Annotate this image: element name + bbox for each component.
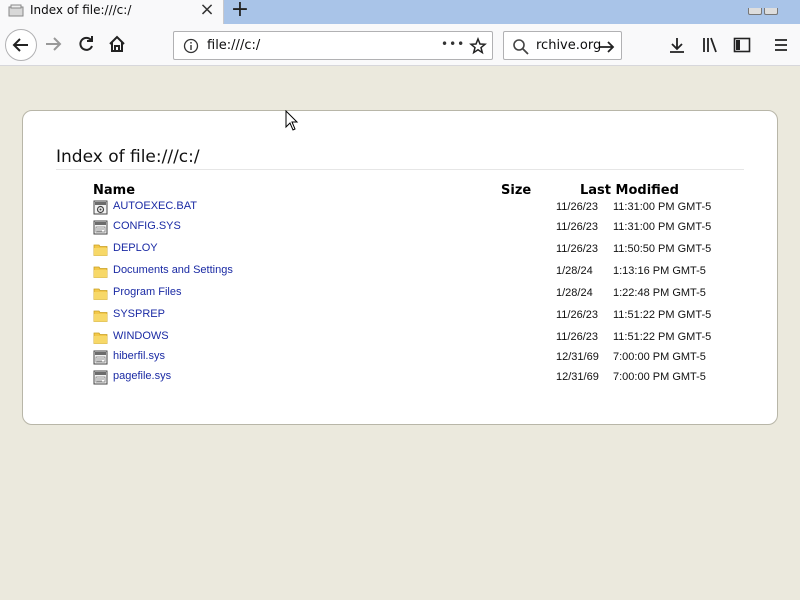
- system-file-icon: [93, 370, 108, 385]
- modified-date: 1/28/24: [556, 287, 593, 299]
- system-file-icon: [93, 220, 108, 235]
- modified-time: 7:00:00 PM GMT-5: [613, 351, 706, 363]
- list-item: SYSPREP 11/26/23 11:51:22 PM GMT-5: [93, 307, 733, 325]
- modified-date: 11/26/23: [556, 201, 599, 213]
- column-header-size[interactable]: Size: [501, 183, 531, 198]
- file-link[interactable]: pagefile.sys: [113, 370, 171, 382]
- tab-active[interactable]: Index of file:///c:/ ×: [0, 0, 224, 24]
- info-icon[interactable]: [183, 38, 199, 54]
- download-icon[interactable]: [668, 36, 686, 54]
- forward-button[interactable]: [38, 29, 68, 59]
- modified-date: 11/26/23: [556, 221, 599, 233]
- close-icon[interactable]: ×: [198, 1, 216, 19]
- new-tab-button[interactable]: +: [228, 0, 252, 22]
- file-link[interactable]: hiberfil.sys: [113, 350, 165, 362]
- list-item: CONFIG.SYS 11/26/23 11:31:00 PM GMT-5: [93, 219, 733, 237]
- file-link[interactable]: AUTOEXEC.BAT: [113, 200, 197, 212]
- system-file-icon: [93, 350, 108, 365]
- modified-date: 1/28/24: [556, 265, 593, 277]
- search-input[interactable]: rchive.org: [536, 38, 601, 53]
- page-icon: [8, 4, 24, 17]
- folder-icon: [93, 288, 108, 300]
- bookmark-star-icon[interactable]: [469, 37, 487, 55]
- file-link[interactable]: WINDOWS: [113, 330, 169, 342]
- folder-icon: [93, 310, 108, 322]
- reload-button[interactable]: [71, 29, 101, 59]
- tab-strip: Index of file:///c:/ × +: [0, 0, 800, 24]
- back-arrow-icon: [12, 38, 28, 52]
- url-text[interactable]: file:///c:/: [207, 38, 260, 53]
- file-link[interactable]: SYSPREP: [113, 308, 165, 320]
- column-header-name[interactable]: Name: [93, 183, 135, 198]
- folder-icon: [93, 266, 108, 278]
- url-bar[interactable]: file:///c:/ •••: [173, 31, 493, 60]
- hamburger-menu-icon[interactable]: [772, 36, 790, 54]
- page-actions-icon[interactable]: •••: [441, 37, 465, 51]
- tab-title: Index of file:///c:/: [30, 3, 132, 17]
- modified-date: 12/31/69: [556, 371, 599, 383]
- minimize-icon[interactable]: [748, 8, 762, 15]
- list-item: AUTOEXEC.BAT 11/26/23 11:31:00 PM GMT-5: [93, 199, 733, 217]
- modified-time: 11:51:22 PM GMT-5: [613, 309, 712, 321]
- list-item: DEPLOY 11/26/23 11:50:50 PM GMT-5: [93, 241, 733, 259]
- modified-time: 1:22:48 PM GMT-5: [613, 287, 706, 299]
- file-link[interactable]: Program Files: [113, 286, 181, 298]
- list-item: Documents and Settings 1/28/24 1:13:16 PM …: [93, 263, 733, 281]
- list-item: WINDOWS 11/26/23 11:51:22 PM GMT-5: [93, 329, 733, 347]
- modified-time: 7:00:00 PM GMT-5: [613, 371, 706, 383]
- forward-arrow-icon: [46, 37, 62, 51]
- modified-time: 11:51:22 PM GMT-5: [613, 331, 712, 343]
- mouse-cursor-icon: [285, 110, 299, 131]
- file-link[interactable]: Documents and Settings: [113, 264, 233, 276]
- page-title: Index of file:///c:/: [56, 147, 744, 170]
- modified-time: 11:50:50 PM GMT-5: [613, 243, 712, 255]
- modified-date: 11/26/23: [556, 243, 599, 255]
- nav-toolbar: file:///c:/ ••• rchive.org: [0, 24, 800, 66]
- sidebar-icon[interactable]: [733, 36, 751, 54]
- reload-icon: [79, 36, 93, 51]
- maximize-icon[interactable]: [764, 8, 778, 15]
- go-arrow-icon[interactable]: [598, 38, 616, 56]
- window-controls[interactable]: [748, 0, 800, 15]
- column-header-modified[interactable]: Last Modified: [580, 183, 679, 198]
- folder-icon: [93, 244, 108, 256]
- file-link[interactable]: CONFIG.SYS: [113, 220, 181, 232]
- back-button[interactable]: [5, 29, 37, 61]
- search-icon: [513, 39, 529, 55]
- home-button[interactable]: [102, 29, 132, 59]
- modified-time: 1:13:16 PM GMT-5: [613, 265, 706, 277]
- list-item: pagefile.sys 12/31/69 7:00:00 PM GMT-5: [93, 369, 733, 387]
- directory-listing: Index of file:///c:/ Name Size Last Modi…: [22, 110, 778, 425]
- folder-icon: [93, 332, 108, 344]
- batch-file-icon: [93, 200, 108, 215]
- modified-date: 12/31/69: [556, 351, 599, 363]
- list-item: Program Files 1/28/24 1:22:48 PM GMT-5: [93, 285, 733, 303]
- list-item: hiberfil.sys 12/31/69 7:00:00 PM GMT-5: [93, 349, 733, 367]
- search-bar[interactable]: rchive.org: [503, 31, 622, 60]
- modified-date: 11/26/23: [556, 331, 599, 343]
- modified-time: 11:31:00 PM GMT-5: [613, 221, 712, 233]
- home-icon: [109, 35, 125, 52]
- library-icon[interactable]: [701, 36, 719, 54]
- modified-date: 11/26/23: [556, 309, 599, 321]
- modified-time: 11:31:00 PM GMT-5: [613, 201, 712, 213]
- file-link[interactable]: DEPLOY: [113, 242, 158, 254]
